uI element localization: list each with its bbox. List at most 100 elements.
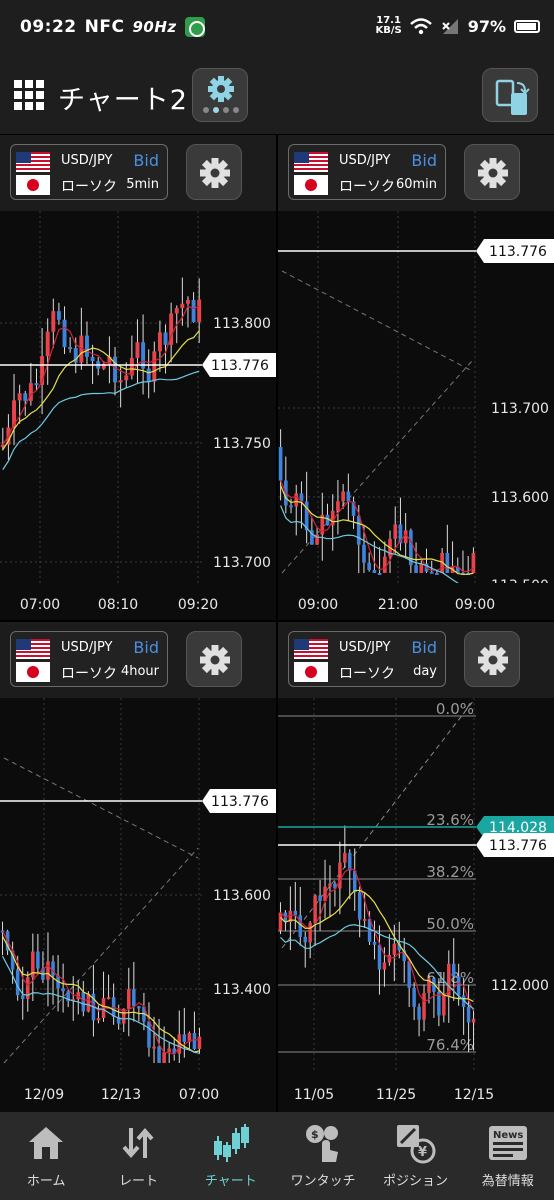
current-price-label: 113.776 bbox=[211, 358, 269, 374]
candle-body bbox=[357, 892, 362, 920]
symbol-selector[interactable]: USD/JPY Bid ローソク day bbox=[288, 631, 446, 687]
candle-body bbox=[294, 493, 299, 507]
x-axis-label: 07:00 bbox=[179, 1087, 219, 1103]
currency-pair: USD/JPY bbox=[61, 640, 113, 655]
candlestick-chart[interactable]: 113.700113.600113.500113.77609:0021:0009… bbox=[278, 211, 554, 620]
candle-body bbox=[313, 895, 317, 923]
candle-body bbox=[393, 524, 398, 539]
chart-settings-button[interactable] bbox=[186, 144, 242, 200]
nav-fx-news[interactable]: News 為替情報 bbox=[462, 1112, 554, 1200]
chart-panel-5min[interactable]: USD/JPY Bid ローソク 5min 113.800 113.750 113.… bbox=[0, 135, 276, 620]
candle-body bbox=[113, 356, 117, 383]
candlestick-chart[interactable]: 0.0%23.6%38.2%50.0%61.8%76.4%112.000114.… bbox=[278, 698, 554, 1112]
page-title: チャート2 bbox=[58, 85, 188, 116]
candle-body bbox=[372, 569, 377, 573]
us-flag-icon bbox=[294, 639, 328, 659]
candle-body bbox=[186, 300, 190, 304]
candle-body bbox=[445, 553, 450, 573]
jp-flag-icon bbox=[294, 662, 328, 682]
bottom-navigation: ホーム レート チャート $ ワンタッチ ¥ ポジション News 為替情報 bbox=[0, 1112, 554, 1200]
candle-body bbox=[34, 383, 39, 386]
chart-background bbox=[278, 698, 554, 1112]
currency-pair: USD/JPY bbox=[339, 153, 391, 168]
layout-settings-button[interactable] bbox=[192, 68, 248, 122]
candle-body bbox=[180, 303, 185, 309]
y-axis-label: 113.750 bbox=[213, 436, 271, 452]
chart-settings-button[interactable] bbox=[186, 631, 242, 687]
symbol-selector[interactable]: USD/JPY Bid ローソク 4hour bbox=[10, 631, 168, 687]
candlestick-chart[interactable]: 113.800 113.750 113.700 113.776 07:00 08:10 09… bbox=[0, 211, 276, 620]
nav-one-touch[interactable]: $ ワンタッチ bbox=[277, 1112, 369, 1200]
candle-body bbox=[86, 993, 91, 1012]
candlestick-chart[interactable]: 113.600 113.400 113.776 12/09 12/13 07:00 bbox=[0, 698, 276, 1112]
price-type: Bid bbox=[133, 638, 159, 657]
candle-body bbox=[56, 311, 61, 320]
one-touch-icon: $ bbox=[306, 1125, 339, 1162]
x-axis-label: 12/15 bbox=[454, 1087, 494, 1103]
current-price-label: 113.776 bbox=[489, 838, 547, 854]
svg-text:$: $ bbox=[311, 1128, 319, 1141]
candle-body bbox=[127, 989, 131, 1009]
symbol-selector[interactable]: USD/JPY Bid ローソク 60min bbox=[288, 144, 446, 200]
app-header: チャート2 bbox=[0, 56, 554, 134]
candle-body bbox=[377, 944, 382, 970]
chart-settings-button[interactable] bbox=[464, 144, 520, 200]
candle-body bbox=[36, 951, 40, 969]
candle-body bbox=[417, 1006, 421, 1020]
x-axis-label: 09:20 bbox=[178, 597, 218, 613]
currency-pair: USD/JPY bbox=[61, 153, 113, 168]
y-axis-label: 113.800 bbox=[213, 316, 271, 332]
nav-label: ポジション bbox=[382, 1174, 448, 1189]
chart-panel-day[interactable]: USD/JPY Bid ローソク day 0.0% 23.6% 38.2% 50.0%… bbox=[278, 622, 554, 1112]
candle-body bbox=[429, 571, 434, 574]
us-flag-icon bbox=[16, 152, 50, 172]
y-axis-label: 113.400 bbox=[213, 982, 271, 998]
symbol-selector[interactable]: USD/JPY Bid ローソク 5min bbox=[10, 144, 168, 200]
candle-body bbox=[419, 563, 424, 573]
current-price-label: 113.776 bbox=[211, 794, 269, 810]
chart-type: ローソク bbox=[339, 179, 395, 195]
candle-body bbox=[278, 912, 283, 931]
candle-body bbox=[362, 918, 367, 921]
news-badge-text: News bbox=[493, 1130, 523, 1141]
x-axis-label: 11/05 bbox=[294, 1087, 334, 1103]
candle-body bbox=[106, 997, 111, 1000]
timeframe: 5min bbox=[126, 177, 159, 192]
jp-flag-icon bbox=[16, 662, 50, 682]
candle-body bbox=[132, 989, 136, 1007]
candle-body bbox=[163, 332, 168, 345]
nav-label: レート bbox=[118, 1174, 158, 1189]
candle-body bbox=[162, 1052, 166, 1063]
candle-body bbox=[356, 515, 361, 545]
price-type: Bid bbox=[133, 151, 159, 170]
y-axis-label: 113.600 bbox=[491, 490, 549, 506]
candle-body bbox=[336, 501, 340, 511]
chart-settings-button[interactable] bbox=[464, 631, 520, 687]
chart-panel-4hour[interactable]: USD/JPY Bid ローソク 4hour 113.600 113.400 113… bbox=[0, 622, 276, 1112]
candle-body bbox=[308, 922, 312, 943]
candle-body bbox=[182, 1034, 187, 1042]
candle-body bbox=[61, 988, 65, 992]
candle-body bbox=[451, 963, 456, 977]
nav-rate[interactable]: レート bbox=[92, 1112, 184, 1200]
chart-panel-60min[interactable]: USD/JPY Bid ローソク 60min 113.700 113.600 113… bbox=[278, 135, 554, 620]
nav-label: ホーム bbox=[26, 1174, 66, 1189]
candle-body bbox=[147, 1021, 151, 1048]
nav-label: チャート bbox=[204, 1174, 257, 1189]
candle-body bbox=[197, 1036, 202, 1049]
nav-home[interactable]: ホーム bbox=[0, 1112, 92, 1200]
nav-position[interactable]: ¥ ポジション bbox=[369, 1112, 461, 1200]
nav-label: ワンタッチ bbox=[290, 1174, 356, 1189]
candle-body bbox=[118, 380, 123, 383]
candle-body bbox=[362, 544, 366, 563]
menu-grid-icon[interactable] bbox=[14, 80, 44, 110]
candle-body bbox=[124, 375, 129, 381]
battery-level: 97% bbox=[467, 16, 506, 36]
network-speed: 17.1 KB/S bbox=[375, 15, 402, 36]
candle-body bbox=[348, 852, 352, 871]
svg-text:¥: ¥ bbox=[418, 1145, 427, 1160]
candle-body bbox=[471, 1018, 476, 1023]
candle-body bbox=[382, 556, 387, 573]
nav-chart[interactable]: チャート bbox=[185, 1112, 277, 1200]
swap-layout-button[interactable] bbox=[482, 68, 538, 122]
